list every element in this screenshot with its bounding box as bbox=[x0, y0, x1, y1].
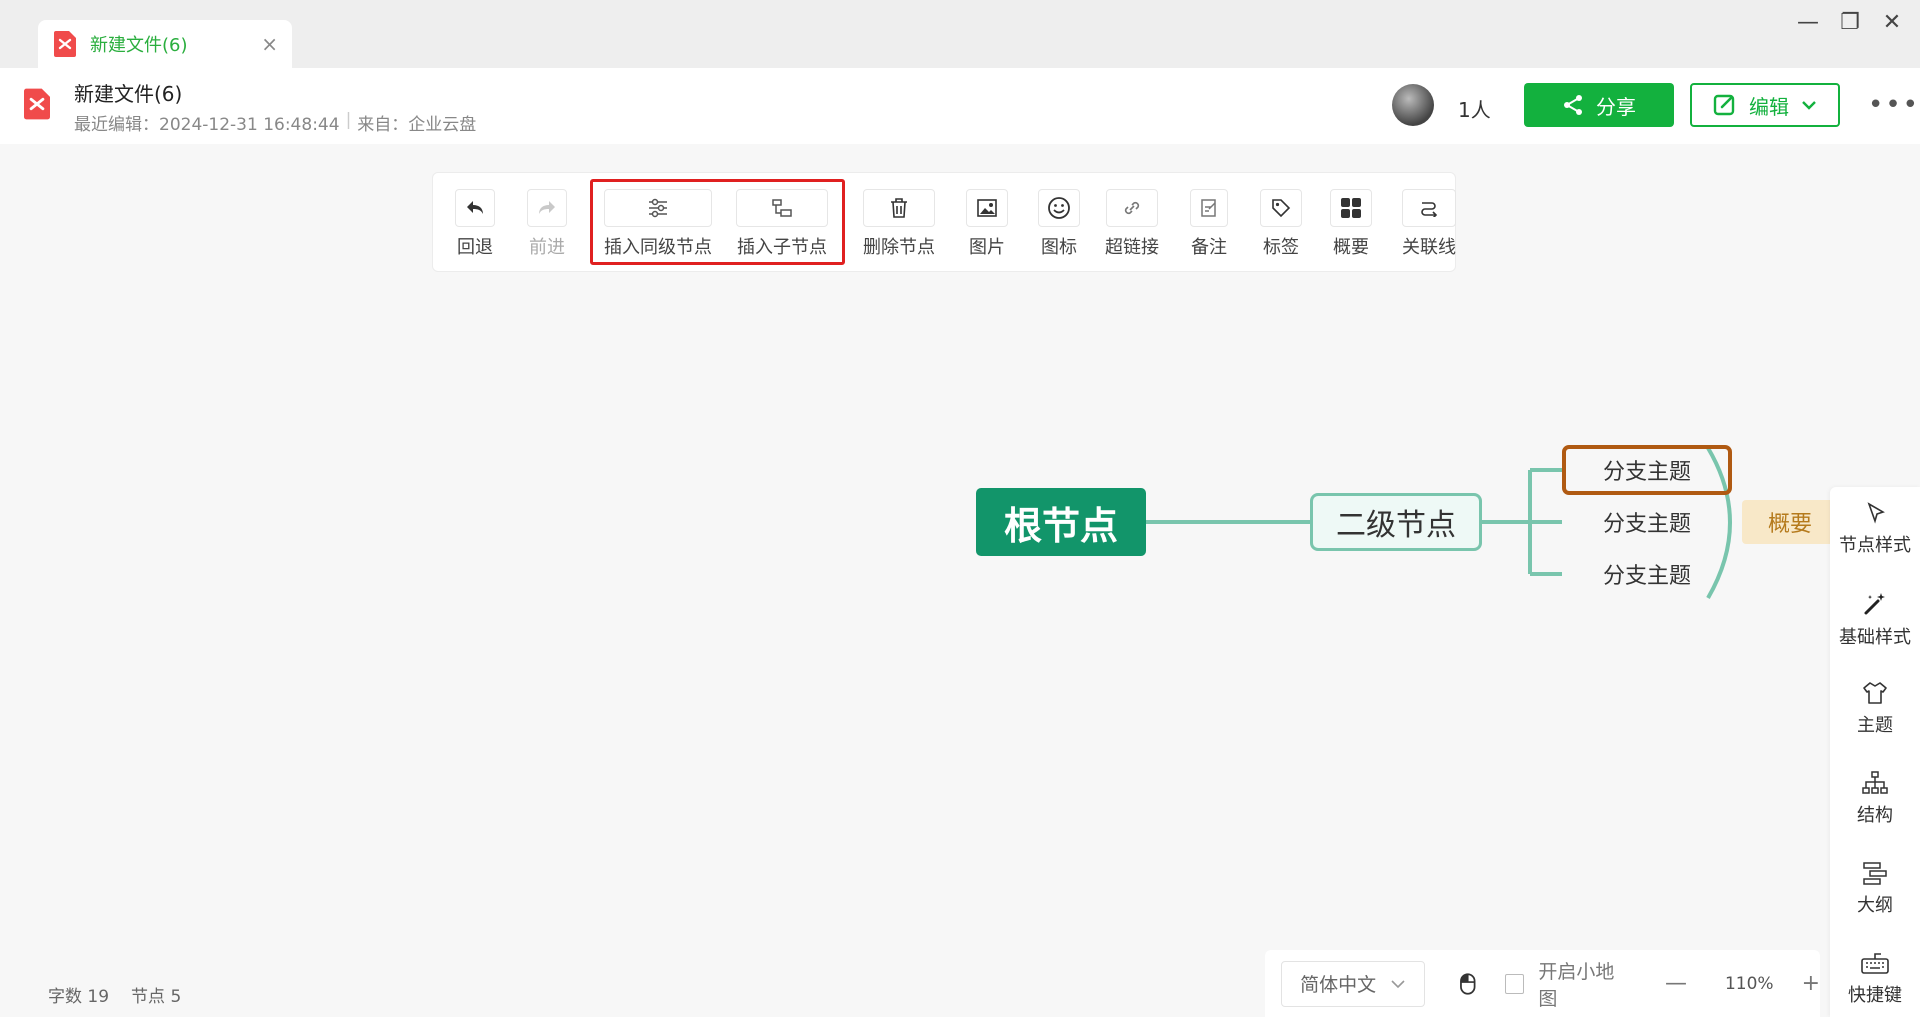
branch-node-3[interactable]: 分支主题 bbox=[1562, 549, 1732, 599]
language-select[interactable]: 简体中文 bbox=[1281, 960, 1426, 1007]
word-count: 字数 19 bbox=[48, 982, 109, 1007]
sidebar-item-shortcuts[interactable]: 快捷键 bbox=[1830, 951, 1920, 1007]
chevron-down-icon bbox=[1391, 979, 1405, 988]
view-controls: 简体中文 开启小地图 — 110% + bbox=[1265, 950, 1820, 1017]
node-count: 节点 5 bbox=[131, 982, 181, 1007]
magic-wand-icon bbox=[1864, 593, 1885, 615]
word-count-label: 字数 bbox=[48, 987, 82, 1007]
status-counts: 字数 19 节点 5 bbox=[48, 982, 181, 1007]
sidebar-item-structure[interactable]: 结构 bbox=[1830, 771, 1920, 827]
sidebar-item-outline[interactable]: 大纲 bbox=[1830, 861, 1920, 917]
minimap-label: 开启小地图 bbox=[1538, 960, 1615, 1010]
structure-icon bbox=[1862, 771, 1888, 794]
minimap-checkbox[interactable] bbox=[1504, 973, 1525, 994]
node-count-label: 节点 bbox=[131, 987, 166, 1007]
node-style-label: 节点样式 bbox=[1839, 535, 1911, 556]
keyboard-icon bbox=[1861, 953, 1889, 974]
mouse-icon[interactable] bbox=[1459, 972, 1477, 996]
shortcuts-label: 快捷键 bbox=[1848, 985, 1902, 1006]
structure-label: 结构 bbox=[1857, 805, 1893, 826]
language-value: 简体中文 bbox=[1300, 974, 1377, 996]
right-sidebar: 节点样式 基础样式 主题 结构 大纲 快捷键 bbox=[1830, 487, 1920, 1017]
level2-node[interactable]: 二级节点 bbox=[1310, 493, 1482, 551]
sidebar-item-node-style[interactable]: 节点样式 bbox=[1830, 501, 1920, 557]
zoom-out-button[interactable]: — bbox=[1665, 971, 1687, 996]
root-node[interactable]: 根节点 bbox=[976, 488, 1146, 556]
level2-connector bbox=[1482, 468, 1562, 576]
word-count-value: 19 bbox=[87, 987, 110, 1007]
pointer-icon bbox=[1867, 502, 1885, 524]
outline-icon bbox=[1863, 862, 1887, 885]
sidebar-item-basic-style[interactable]: 基础样式 bbox=[1830, 591, 1920, 649]
node-count-value: 5 bbox=[170, 987, 182, 1007]
branch-node-1[interactable]: 分支主题 bbox=[1562, 445, 1732, 495]
branch-node-2[interactable]: 分支主题 bbox=[1562, 497, 1732, 547]
shirt-icon bbox=[1863, 682, 1887, 704]
summary-node[interactable]: 概要 bbox=[1742, 500, 1838, 544]
outline-label: 大纲 bbox=[1857, 895, 1893, 916]
zoom-in-button[interactable]: + bbox=[1802, 971, 1820, 996]
theme-label: 主题 bbox=[1857, 715, 1893, 736]
zoom-level: 110% bbox=[1724, 973, 1774, 994]
app-window: 新建文件(6) × — ❐ ✕ 新建文件(6) 最近编辑：2024-12-31 … bbox=[0, 0, 1920, 1017]
sidebar-item-theme[interactable]: 主题 bbox=[1830, 681, 1920, 737]
basic-style-label: 基础样式 bbox=[1839, 627, 1911, 648]
